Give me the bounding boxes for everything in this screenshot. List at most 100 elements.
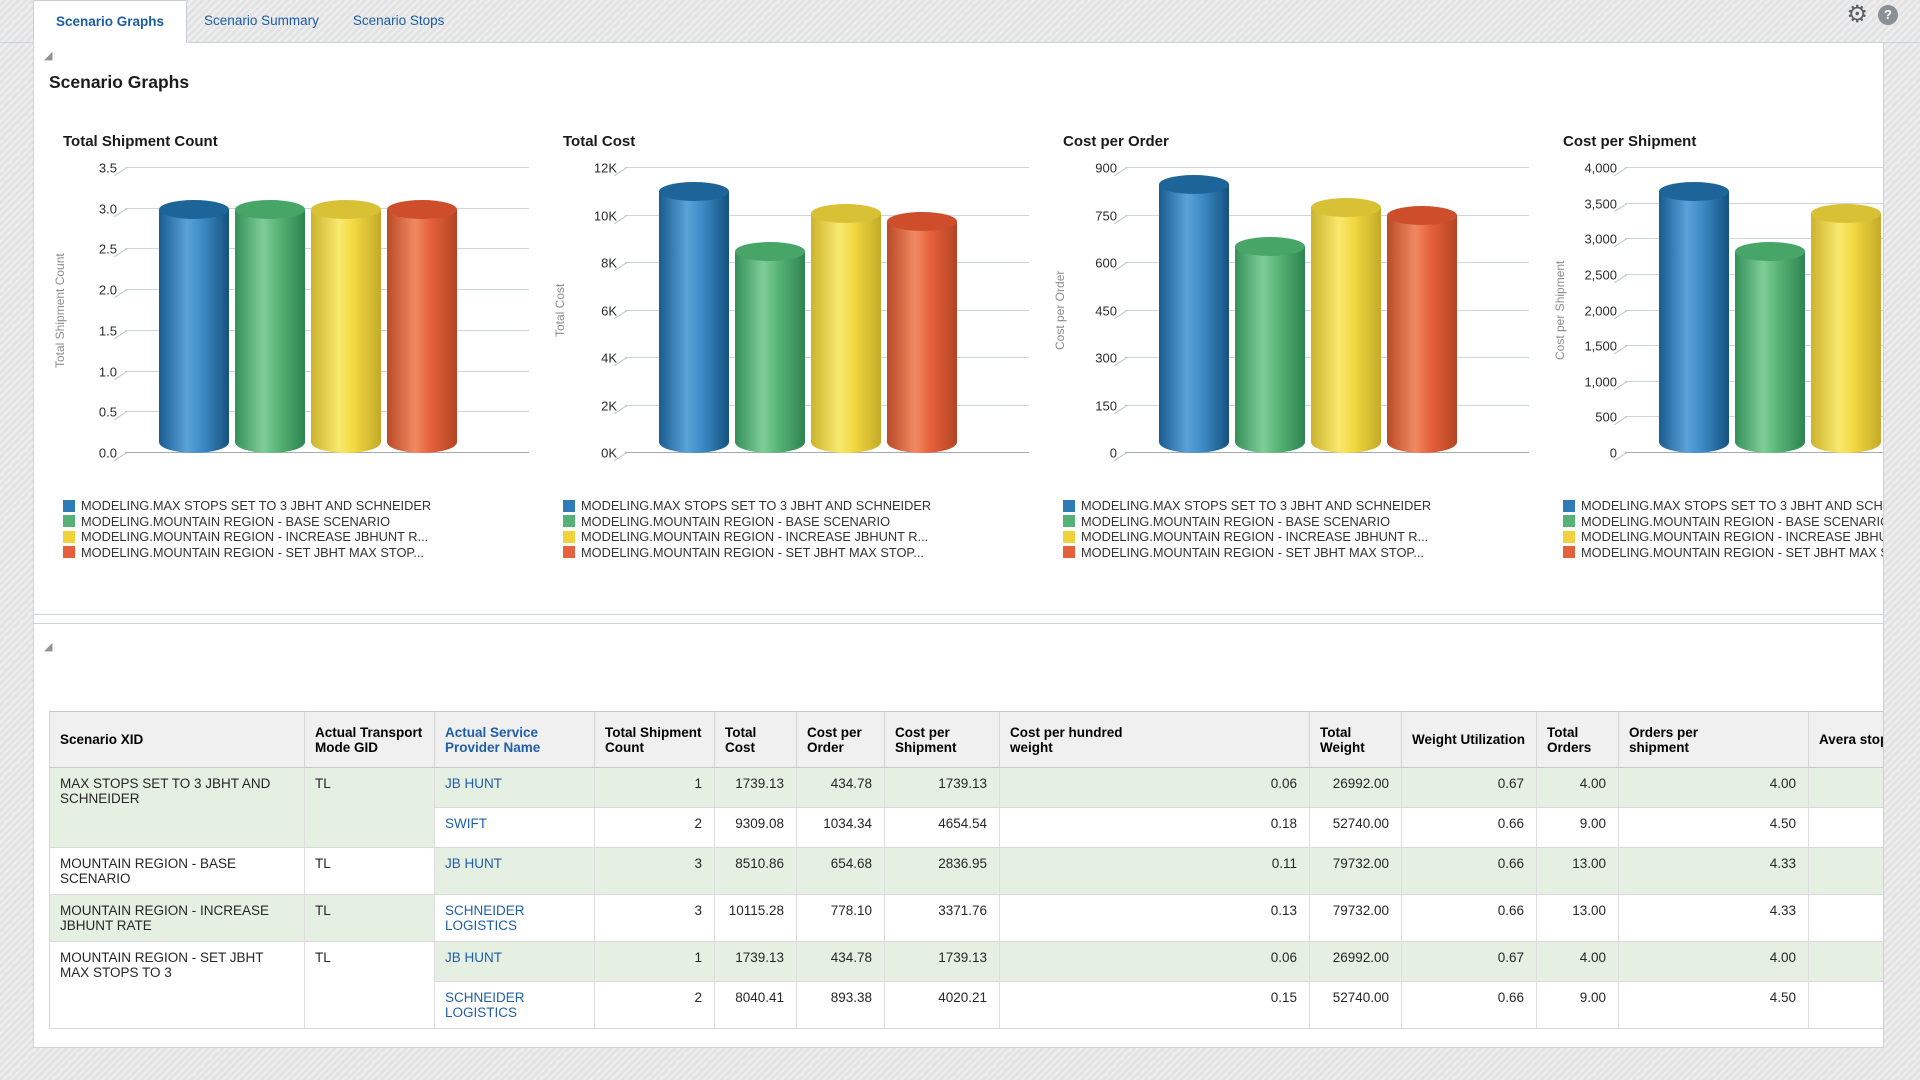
scenario-xid-cell: MAX STOPS SET TO 3 JBHT AND SCHNEIDER [50,768,305,848]
bar-modeling-mountain-region-base-scenario[interactable] [735,251,805,453]
tab-scenario-summary[interactable]: Scenario Summary [187,0,336,42]
provider-link[interactable]: SCHNEIDER LOGISTICS [445,990,545,1020]
bar-modeling-mountain-region-base-scenario[interactable] [1235,246,1305,453]
column-header-total-orders[interactable]: Total Orders [1537,712,1619,768]
bar-modeling-mountain-region-increase-jbhunt[interactable] [1311,207,1381,453]
column-header-avera-stops[interactable]: Avera stops [1809,712,1884,768]
column-header-total-weight[interactable]: Total Weight [1310,712,1402,768]
column-header-label: Cost per Shipment [895,725,989,755]
scenario-xid-cell: MOUNTAIN REGION - SET JBHT MAX STOPS TO … [50,942,305,1029]
bar-modeling-mountain-region-set-jbht-max-st[interactable] [1387,215,1457,453]
chart-cost-per-shipment: Cost per ShipmentCost per Shipment05001,… [1551,133,1884,560]
bar-top-cap [1735,242,1805,261]
legend-item: MODELING.MAX STOPS SET TO 3 JBHT AND SCH… [1563,498,1884,514]
bar-modeling-max-stops-set-to-3-jbht-and-sch[interactable] [1159,184,1229,453]
bar-top-cap [1311,198,1381,217]
provider-link[interactable]: JB HUNT [445,856,502,871]
value-cell: 4020.21 [885,982,1000,1029]
value-cell: 79732.00 [1310,848,1402,895]
column-header-total-cost[interactable]: Total Cost [715,712,797,768]
y-tick-label: 2,000 [1584,303,1617,318]
value-cell: 3 [595,895,715,942]
value-cell-clipped [1809,808,1884,848]
y-tick-label: 2K [601,398,617,413]
column-header-total-shipment-count[interactable]: Total Shipment Count [595,712,715,768]
bar-modeling-max-stops-set-to-3-jbht-and-sch[interactable] [1659,191,1729,453]
value-cell: 2 [595,982,715,1029]
provider-link[interactable]: JB HUNT [445,776,502,791]
bar-modeling-max-stops-set-to-3-jbht-and-sch[interactable] [659,191,729,453]
bar-modeling-max-stops-set-to-3-jbht-and-sch[interactable] [159,209,229,453]
legend-swatch-icon [1063,515,1075,527]
bar-modeling-mountain-region-set-jbht-max-st[interactable] [387,209,457,453]
bar-top-cap [659,182,729,201]
value-cell: 1739.13 [715,768,797,808]
column-header-weight-utilization[interactable]: Weight Utilization [1402,712,1537,768]
legend-item: MODELING.MOUNTAIN REGION - BASE SCENARIO [1563,514,1884,530]
column-header-cost-per-shipment[interactable]: Cost per Shipment [885,712,1000,768]
y-axis-label: Total Shipment Count [51,168,69,453]
provider-link[interactable]: JB HUNT [445,950,502,965]
legend-label: MODELING.MOUNTAIN REGION - INCREASE JBHU… [81,529,428,544]
bar-top-cap [235,200,305,219]
plot [625,168,1041,453]
column-header-cost-per-order[interactable]: Cost per Order [797,712,885,768]
bar-modeling-mountain-region-base-scenario[interactable] [1735,251,1805,453]
value-cell: 1034.34 [797,808,885,848]
value-cell: 0.18 [1000,808,1310,848]
table-section: ◢ Scenario XIDActual Transport Mode GIDA… [34,623,1883,1047]
provider-link[interactable]: SWIFT [445,816,487,831]
chart-cost-per-order: Cost per OrderCost per Order015030045060… [1051,133,1541,560]
tab-bar: Scenario Graphs Scenario Summary Scenari… [0,0,1920,43]
table-row[interactable]: MOUNTAIN REGION - BASE SCENARIOTLJB HUNT… [50,848,1884,895]
column-header-label: Cost per Order [807,725,874,755]
column-header-actual-transport-mode-gid[interactable]: Actual Transport Mode GID [305,712,435,768]
y-tick-label: 500 [1595,410,1617,425]
help-icon[interactable]: ? [1878,5,1898,25]
table-row[interactable]: MOUNTAIN REGION - INCREASE JBHUNT RATETL… [50,895,1884,942]
table-viewport[interactable]: Scenario XID Actual Transport Mode GIDAct… [49,711,1883,1047]
settings-gear-icon[interactable]: ⚙ [1846,3,1868,27]
value-cell: 4.33 [1619,895,1809,942]
legend-label: MODELING.MOUNTAIN REGION - BASE SCENARIO [81,514,390,529]
bar-top-cap [887,212,957,231]
collapse-table-icon[interactable]: ◢ [44,642,58,653]
y-tick-label: 3,500 [1584,196,1617,211]
table-row[interactable]: MAX STOPS SET TO 3 JBHT AND SCHNEIDERTLJ… [50,768,1884,808]
tab-scenario-stops[interactable]: Scenario Stops [336,0,462,42]
column-header-scenario-xid[interactable]: Scenario XID [50,712,305,768]
legend-label: MODELING.MOUNTAIN REGION - SET JBHT MAX … [81,545,424,560]
bar-modeling-mountain-region-set-jbht-max-st[interactable] [887,221,957,453]
column-header-label: Scenario XID [60,732,143,747]
legend-swatch-icon [563,531,575,543]
bar-modeling-mountain-region-increase-jbhunt[interactable] [311,209,381,453]
bar-top-cap [1659,182,1729,201]
y-tick-label: 300 [1095,351,1117,366]
tab-scenario-graphs[interactable]: Scenario Graphs [33,0,187,43]
y-tick-label: 12K [594,161,617,176]
bar-modeling-mountain-region-increase-jbhunt[interactable] [811,213,881,453]
value-cell: 13.00 [1537,895,1619,942]
y-tick-label: 3.5 [99,161,117,176]
value-cell: 0.67 [1402,768,1537,808]
bar-modeling-mountain-region-increase-jbhunt[interactable] [1811,213,1881,453]
table-row[interactable]: MOUNTAIN REGION - SET JBHT MAX STOPS TO … [50,942,1884,982]
legend-swatch-icon [63,515,75,527]
column-header-orders-per-shipment[interactable]: Orders per shipment [1619,712,1809,768]
bar-modeling-mountain-region-base-scenario[interactable] [235,209,305,453]
column-header-actual-service-provider-name[interactable]: Actual Service Provider Name [435,712,595,768]
plot [1625,168,1884,453]
y-tick-label: 750 [1095,208,1117,223]
value-cell: 2 [595,808,715,848]
value-cell: 4.00 [1537,768,1619,808]
collapse-graphs-icon[interactable]: ◢ [44,51,58,62]
chart-legend: MODELING.MAX STOPS SET TO 3 JBHT AND SCH… [1563,498,1884,560]
legend-item: MODELING.MOUNTAIN REGION - SET JBHT MAX … [563,545,1041,561]
legend-label: MODELING.MOUNTAIN REGION - SET JBHT MAX … [1081,545,1424,560]
value-cell-clipped [1809,942,1884,982]
legend-swatch-icon [563,500,575,512]
graphs-section: ◢ Scenario Graphs Total Shipment CountTo… [34,51,1883,615]
provider-link[interactable]: SCHNEIDER LOGISTICS [445,903,545,933]
column-header-cost-per-hundred-weight[interactable]: Cost per hundred weight [1000,712,1310,768]
transport-mode-cell: TL [305,942,435,1029]
